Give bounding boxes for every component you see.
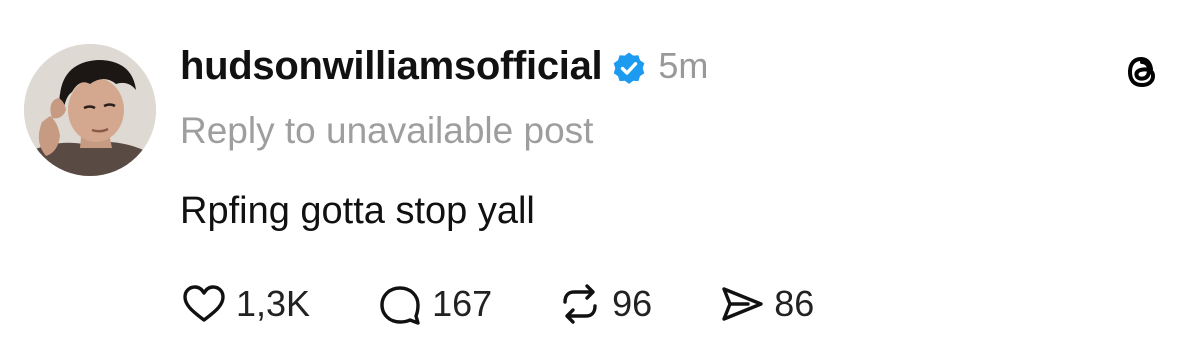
verified-badge-icon [612, 51, 646, 85]
heart-icon [180, 280, 228, 328]
timestamp[interactable]: 5m [658, 45, 708, 87]
like-count: 1,3K [236, 283, 311, 324]
comment-bubble-icon [376, 280, 424, 328]
reply-context-text[interactable]: Reply to unavailable post [180, 110, 593, 152]
post-actions: 1,3K 167 96 86 [180, 280, 814, 328]
post-header: hudsonwilliamsofficial 5m [180, 38, 708, 94]
share-button[interactable]: 86 [718, 280, 814, 328]
post-body-text: Rpfing gotta stop yall [180, 190, 535, 232]
threads-logo-icon[interactable] [1120, 50, 1164, 94]
avatar[interactable] [24, 44, 156, 176]
like-button[interactable]: 1,3K [180, 280, 310, 328]
reply-count: 167 [432, 283, 493, 324]
share-count: 86 [774, 283, 815, 324]
avatar-image [24, 44, 156, 176]
repost-icon [556, 280, 604, 328]
reply-button[interactable]: 167 [376, 280, 492, 328]
thread-post: hudsonwilliamsofficial 5m Reply to unava… [0, 0, 1200, 361]
repost-count: 96 [612, 283, 653, 324]
repost-button[interactable]: 96 [556, 280, 652, 328]
username-link[interactable]: hudsonwilliamsofficial [180, 44, 603, 89]
send-icon [718, 280, 766, 328]
